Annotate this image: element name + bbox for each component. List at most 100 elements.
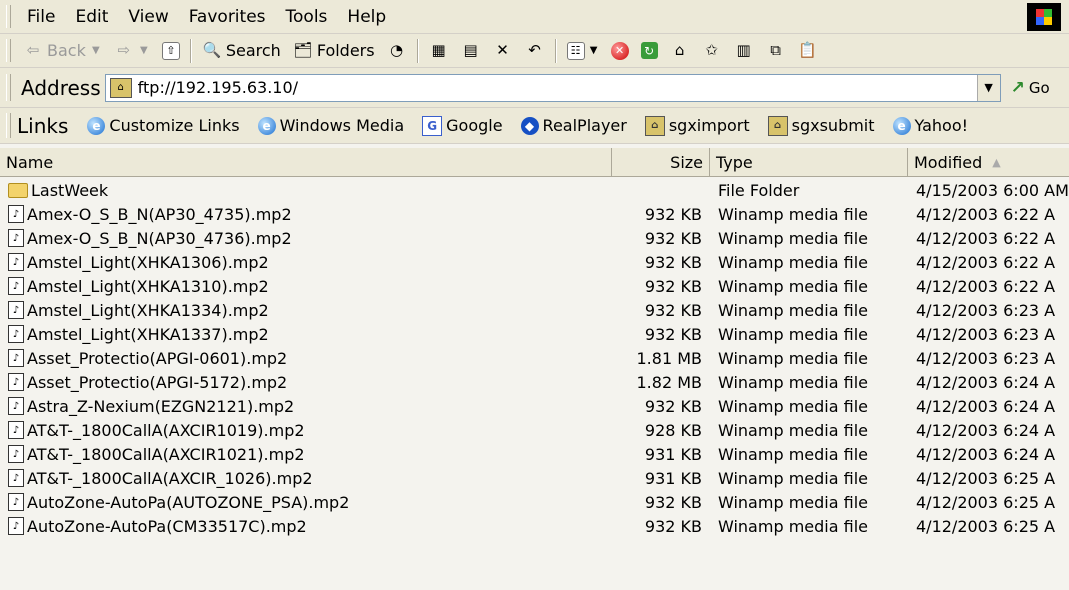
- forward-arrow-icon: ⇨: [117, 41, 131, 59]
- copy-to-button[interactable]: ▤: [455, 38, 487, 64]
- file-name-cell[interactable]: ♪ AT&T-_1800CallA(AXCIR1019).mp2: [8, 418, 608, 442]
- link-sgxsubmit[interactable]: ⌂ sgxsubmit: [759, 115, 884, 136]
- table-row[interactable]: ♪ AutoZone-AutoPa(CM33517C).mp2 932 KB W…: [0, 514, 1069, 538]
- menu-edit[interactable]: Edit: [65, 7, 118, 27]
- file-name-cell[interactable]: ♪ AT&T-_1800CallA(AXCIR_1026).mp2: [8, 466, 608, 490]
- toolbar-grip[interactable]: [6, 38, 11, 63]
- table-row[interactable]: ♪ Asset_Protectio(APGI-0601).mp2 1.81 MB…: [0, 346, 1069, 370]
- table-row[interactable]: ♪ Amex-O_S_B_N(AP30_4735).mp2 932 KB Win…: [0, 202, 1069, 226]
- forward-button[interactable]: ⇨ ▼: [108, 38, 156, 64]
- file-size: 932 KB: [644, 228, 702, 248]
- up-folder-button[interactable]: ⇧: [156, 38, 186, 64]
- menu-bar-grip[interactable]: [6, 4, 11, 29]
- menu-help[interactable]: Help: [337, 7, 396, 27]
- address-dropdown-icon[interactable]: ▼: [976, 74, 1000, 101]
- views-icon: ☷: [566, 41, 585, 60]
- table-row[interactable]: ♪ AutoZone-AutoPa(AUTOZONE_PSA).mp2 932 …: [0, 490, 1069, 514]
- table-row[interactable]: ♪ Amstel_Light(XHKA1306).mp2 932 KB Wina…: [0, 250, 1069, 274]
- table-row[interactable]: ♪ AT&T-_1800CallA(AXCIR_1026).mp2 931 KB…: [0, 466, 1069, 490]
- link-realplayer[interactable]: ◆ RealPlayer: [512, 116, 636, 135]
- table-row[interactable]: ♪ Amstel_Light(XHKA1334).mp2 932 KB Wina…: [0, 298, 1069, 322]
- table-row[interactable]: ♪ Amex-O_S_B_N(AP30_4736).mp2 932 KB Win…: [0, 226, 1069, 250]
- link-label: sgximport: [668, 116, 750, 135]
- back-dropdown-icon[interactable]: ▼: [90, 41, 102, 61]
- menu-favorites[interactable]: Favorites: [179, 7, 276, 27]
- table-row[interactable]: ♪ Astra_Z-Nexium(EZGN2121).mp2 932 KB Wi…: [0, 394, 1069, 418]
- address-bar-grip[interactable]: [6, 73, 11, 102]
- folders-button[interactable]: 🗂 Folders: [287, 38, 381, 64]
- file-name-cell[interactable]: ♪ Amex-O_S_B_N(AP30_4735).mp2: [8, 202, 608, 226]
- ftp-folder-icon: ⌂: [109, 77, 132, 98]
- google-icon: G: [422, 115, 443, 136]
- file-name-cell[interactable]: ♪ AutoZone-AutoPa(CM33517C).mp2: [8, 514, 608, 538]
- address-value[interactable]: ftp://192.195.63.10/: [138, 78, 977, 97]
- file-modified: 4/12/2003 6:24 A: [916, 372, 1056, 392]
- stop-button[interactable]: ✕: [605, 38, 635, 64]
- forward-dropdown-icon[interactable]: ▼: [138, 41, 150, 61]
- column-header-type[interactable]: Type: [710, 148, 908, 176]
- file-name-cell[interactable]: ♪ Asset_Protectio(APGI-5172).mp2: [8, 370, 608, 394]
- column-header-name[interactable]: Name: [0, 148, 612, 176]
- media-file-icon: ♪: [8, 517, 24, 535]
- go-button[interactable]: ↗ Go: [1001, 78, 1050, 98]
- file-name-cell[interactable]: ♪ Asset_Protectio(APGI-0601).mp2: [8, 346, 608, 370]
- file-type: Winamp media file: [718, 348, 868, 368]
- standard-toolbar: ⇦ Back ▼ ⇨ ▼ ⇧ 🔍 Search 🗂 Folders ◔ ▦ ▤: [0, 34, 1069, 68]
- views-dropdown-icon[interactable]: ▼: [589, 41, 599, 61]
- menu-view[interactable]: View: [118, 7, 178, 27]
- address-input[interactable]: ⌂ ftp://192.195.63.10/ ▼: [104, 73, 1001, 102]
- file-name-cell[interactable]: ♪ AT&T-_1800CallA(AXCIR1021).mp2: [8, 442, 608, 466]
- copy-button[interactable]: ⧉: [760, 38, 792, 64]
- delete-button[interactable]: ✕: [487, 38, 519, 64]
- paste-button[interactable]: 📋: [792, 38, 824, 64]
- file-name: AT&T-_1800CallA(AXCIR1021).mp2: [27, 444, 305, 464]
- file-size: 928 KB: [644, 420, 702, 440]
- table-row[interactable]: LastWeek File Folder 4/15/2003 6:00 AM: [0, 178, 1069, 202]
- file-list[interactable]: Name Size Type Modified ▲ LastWeek File …: [0, 148, 1069, 590]
- file-type: Winamp media file: [718, 324, 868, 344]
- windows-logo-icon: [1027, 3, 1061, 31]
- history-button[interactable]: ◔: [381, 38, 413, 64]
- link-yahoo[interactable]: e Yahoo!: [884, 116, 978, 135]
- move-to-icon: ▦: [431, 41, 446, 59]
- back-button[interactable]: ⇦ Back ▼: [17, 38, 108, 64]
- link-label: Yahoo!: [914, 116, 969, 135]
- link-label: Windows Media: [279, 116, 405, 135]
- favorites-button[interactable]: ✩: [696, 38, 728, 64]
- refresh-button[interactable]: ↻: [635, 38, 664, 64]
- file-modified: 4/12/2003 6:24 A: [916, 444, 1056, 464]
- table-row[interactable]: ♪ Asset_Protectio(APGI-5172).mp2 1.82 MB…: [0, 370, 1069, 394]
- file-name-cell[interactable]: ♪ Amstel_Light(XHKA1334).mp2: [8, 298, 608, 322]
- table-row[interactable]: ♪ AT&T-_1800CallA(AXCIR1021).mp2 931 KB …: [0, 442, 1069, 466]
- home-button[interactable]: ⌂: [664, 38, 696, 64]
- file-name-cell[interactable]: ♪ Astra_Z-Nexium(EZGN2121).mp2: [8, 394, 608, 418]
- link-sgximport[interactable]: ⌂ sgximport: [636, 115, 759, 136]
- table-row[interactable]: ♪ Amstel_Light(XHKA1310).mp2 932 KB Wina…: [0, 274, 1069, 298]
- media-button[interactable]: ▥: [728, 38, 760, 64]
- column-header-modified[interactable]: Modified ▲: [908, 148, 1069, 176]
- file-name-cell[interactable]: ♪ Amex-O_S_B_N(AP30_4736).mp2: [8, 226, 608, 250]
- views-button[interactable]: ☷ ▼: [561, 38, 605, 64]
- file-name-cell[interactable]: ♪ Amstel_Light(XHKA1337).mp2: [8, 322, 608, 346]
- file-modified: 4/12/2003 6:22 A: [916, 276, 1056, 296]
- table-row[interactable]: ♪ AT&T-_1800CallA(AXCIR1019).mp2 928 KB …: [0, 418, 1069, 442]
- file-name-cell[interactable]: LastWeek: [8, 178, 608, 202]
- file-name-cell[interactable]: ♪ Amstel_Light(XHKA1306).mp2: [8, 250, 608, 274]
- table-row[interactable]: ♪ Amstel_Light(XHKA1337).mp2 932 KB Wina…: [0, 322, 1069, 346]
- file-type: Winamp media file: [718, 228, 868, 248]
- back-label: Back: [47, 41, 86, 60]
- file-name-cell[interactable]: ♪ AutoZone-AutoPa(AUTOZONE_PSA).mp2: [8, 490, 608, 514]
- menu-file[interactable]: File: [17, 7, 65, 27]
- menu-tools[interactable]: Tools: [276, 7, 338, 27]
- links-bar-grip[interactable]: [6, 113, 11, 138]
- undo-button[interactable]: ↶: [519, 38, 551, 64]
- link-customize-links[interactable]: e Customize Links: [78, 116, 248, 135]
- link-google[interactable]: G Google: [413, 115, 511, 136]
- file-name: Asset_Protectio(APGI-5172).mp2: [27, 372, 288, 392]
- move-to-button[interactable]: ▦: [423, 38, 455, 64]
- file-size: 932 KB: [644, 276, 702, 296]
- link-windows-media[interactable]: e Windows Media: [249, 116, 414, 135]
- search-button[interactable]: 🔍 Search: [196, 38, 287, 64]
- file-name-cell[interactable]: ♪ Amstel_Light(XHKA1310).mp2: [8, 274, 608, 298]
- column-header-size[interactable]: Size: [612, 148, 710, 176]
